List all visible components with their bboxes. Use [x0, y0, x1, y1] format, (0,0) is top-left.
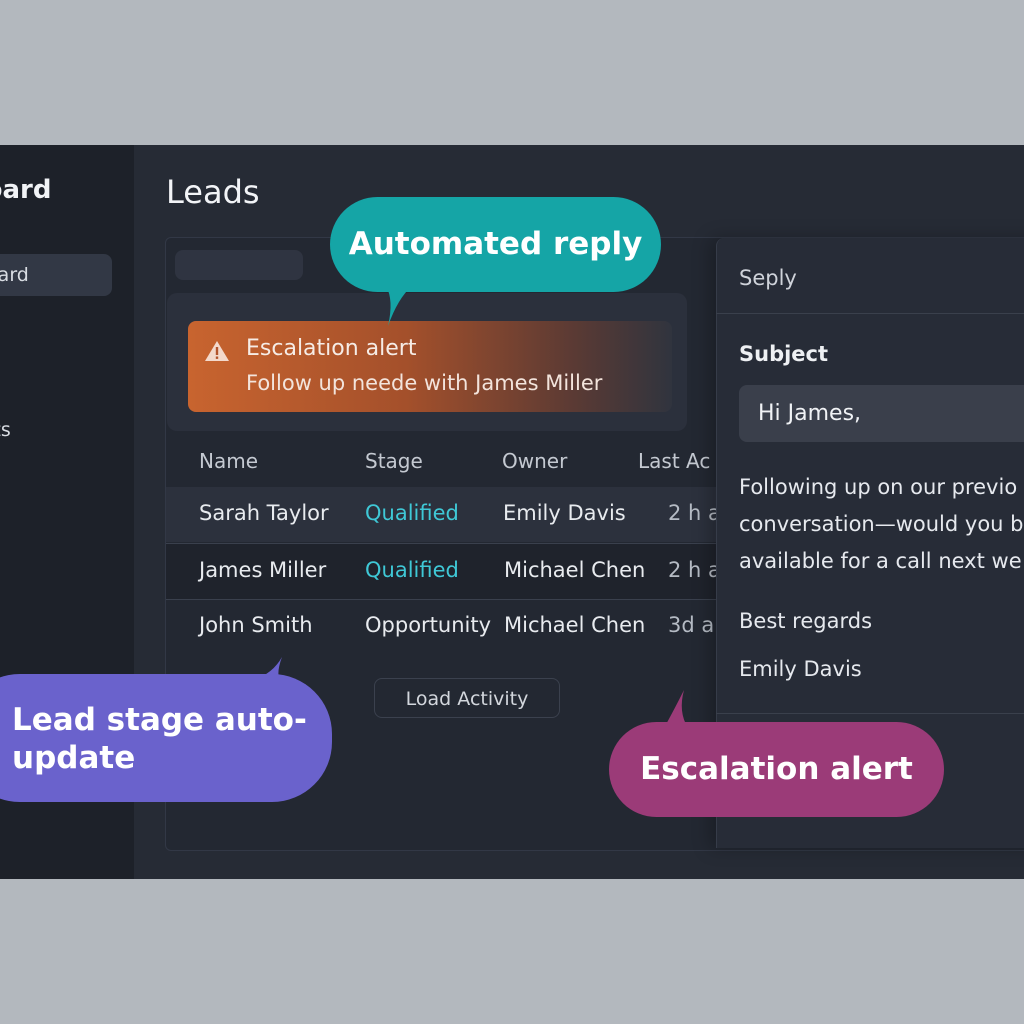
callout-tail — [386, 286, 412, 326]
alert-title: Escalation alert — [246, 336, 417, 361]
reply-body-line: Following up on our previo — [739, 475, 1018, 499]
cell-owner: Michael Chen — [504, 558, 646, 582]
reply-signoff: Best regards — [739, 609, 873, 633]
alert-body: Follow up neede with James Miller — [246, 371, 603, 395]
sidebar-item-deals[interactable]: ls — [0, 357, 112, 399]
sidebar-item-reports[interactable]: orts — [0, 409, 112, 451]
subject-field[interactable] — [739, 385, 1024, 442]
sidebar-brand: board — [0, 175, 52, 205]
table-row[interactable]: James Miller Qualified Michael Chen 2 h … — [166, 543, 726, 600]
screenshot-stage: board board s ls orts Leads Escalation a… — [0, 0, 1024, 1024]
cell-last-activity: 2 h a — [668, 501, 721, 525]
table-row[interactable]: Sarah Taylor Qualified Emily Davis 2 h a — [166, 487, 726, 542]
cell-stage: Qualified — [365, 501, 459, 525]
column-header-stage[interactable]: Stage — [365, 449, 423, 473]
warning-icon — [205, 341, 229, 361]
divider — [716, 313, 1024, 314]
divider — [716, 713, 1024, 714]
column-header-last-activity[interactable]: Last Ac — [638, 449, 710, 473]
page-title: Leads — [166, 173, 260, 211]
reply-signature: Emily Davis — [739, 657, 862, 681]
cell-name: Sarah Taylor — [199, 501, 329, 525]
automated-reply-callout: Automated reply — [330, 197, 661, 292]
reply-body-line: conversation—would you b — [739, 512, 1024, 536]
table-row[interactable]: John Smith Opportunity Michael Chen 3d a — [166, 599, 726, 654]
cell-name: John Smith — [199, 613, 313, 637]
reply-body-line: available for a call next we — [739, 549, 1022, 573]
cell-last-activity: 2 h a — [668, 558, 721, 582]
escalation-alert-banner[interactable] — [188, 321, 672, 412]
sidebar-item-leads[interactable]: s — [0, 307, 112, 349]
cell-name: James Miller — [199, 558, 327, 582]
cell-last-activity: 3d a — [668, 613, 715, 637]
cell-stage: Qualified — [365, 558, 459, 582]
search-input[interactable] — [175, 250, 303, 280]
load-activity-button[interactable]: Load Activity — [374, 678, 560, 718]
cell-owner: Michael Chen — [504, 613, 646, 637]
reply-panel-header: Seply — [739, 266, 797, 290]
sidebar-item-dashboard[interactable]: board — [0, 254, 112, 296]
column-header-name[interactable]: Name — [199, 449, 258, 473]
escalation-alert-callout: Escalation alert — [609, 722, 944, 817]
callout-line: update — [12, 740, 136, 776]
lead-stage-callout: Lead stage auto- update — [0, 674, 332, 802]
column-header-owner[interactable]: Owner — [502, 449, 567, 473]
cell-owner: Emily Davis — [503, 501, 626, 525]
callout-line: Lead stage auto- — [12, 702, 307, 738]
cell-stage: Opportunity — [365, 613, 492, 637]
subject-label: Subject — [739, 342, 829, 366]
